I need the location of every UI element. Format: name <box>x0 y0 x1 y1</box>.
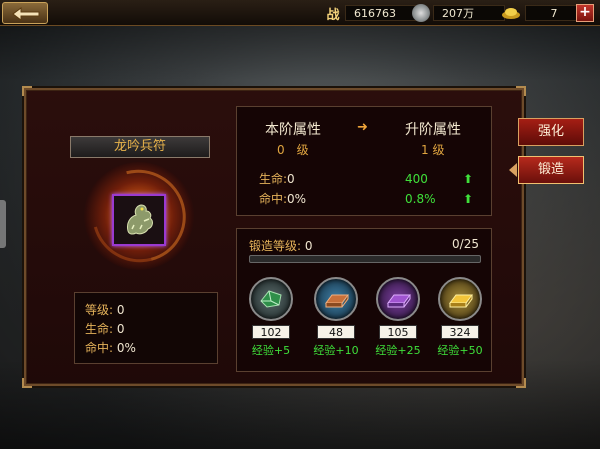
material-count: 105 <box>379 325 417 339</box>
next-attributes-header: 升阶属性 <box>405 122 461 138</box>
material-slot[interactable]: 105 经验+25 <box>373 277 423 358</box>
material-count: 48 <box>317 325 355 339</box>
item-info-section: 龙吟兵符 等级: 0 生命: 0 命中: 0% <box>34 96 224 378</box>
stat-level: 等级: 0 <box>85 303 125 317</box>
attribute-comparison: 本阶属性 ➜ 升阶属性 0 级 1 级 生命:0 400 ⬆ 命中:0% 0.8… <box>236 106 492 216</box>
combat-power: 战 616763 <box>324 4 419 23</box>
increase-arrow-icon: ⬆ <box>463 192 474 206</box>
material-slot[interactable]: 48 经验+10 <box>311 277 361 358</box>
forge-progress-bar <box>249 255 481 263</box>
stat-hp: 生命: 0 <box>85 322 125 336</box>
material-count: 324 <box>441 325 479 339</box>
arrow-right-icon: ➜ <box>357 120 368 135</box>
side-drawer-handle[interactable] <box>0 200 6 248</box>
material-exp: 经验+5 <box>251 344 291 357</box>
attribute-row-hit: 命中:0% 0.8% ⬆ <box>259 192 474 206</box>
back-button[interactable] <box>2 2 48 24</box>
gold-value: 7 <box>525 5 583 21</box>
gold-currency: 7 <box>500 4 583 22</box>
forge-progress-text: 0/25 <box>452 237 479 251</box>
copper-ingot-icon <box>325 294 349 308</box>
material-slot[interactable]: 102 经验+5 <box>246 277 296 358</box>
item-stats: 等级: 0 生命: 0 命中: 0% <box>74 292 218 364</box>
material-exp: 经验+10 <box>313 344 359 357</box>
material-exp: 经验+50 <box>437 344 483 357</box>
silver-value: 207万 <box>433 5 505 21</box>
gold-bar-icon <box>449 294 473 308</box>
jade-stone-icon <box>260 290 282 308</box>
gold-ingot-icon <box>500 4 522 22</box>
silver-coin-icon <box>412 4 430 22</box>
back-arrow-icon <box>12 7 40 21</box>
attribute-row-hp: 生命:0 400 ⬆ <box>259 172 474 186</box>
next-level: 1 级 <box>421 143 445 157</box>
item-slot[interactable] <box>112 194 166 246</box>
increase-arrow-icon: ⬆ <box>463 172 474 186</box>
forge-section: 锻造等级: 0 0/25 102 经验+5 48 经验+10 105 经验+25… <box>236 228 492 372</box>
tab-strengthen[interactable]: 强化 <box>518 118 584 146</box>
amethyst-ingot-icon <box>387 294 411 308</box>
material-slot[interactable]: 324 经验+50 <box>435 277 485 358</box>
recharge-plus-button[interactable]: + <box>576 4 594 22</box>
silver-currency: 207万 <box>412 4 505 22</box>
combat-power-value: 616763 <box>345 5 419 21</box>
current-attributes-header: 本阶属性 <box>265 122 321 138</box>
material-count: 102 <box>252 325 290 339</box>
tab-forge[interactable]: 锻造 <box>509 156 584 184</box>
forge-level: 锻造等级: 0 <box>249 239 313 253</box>
stat-hit: 命中: 0% <box>85 341 136 355</box>
item-name: 龙吟兵符 <box>70 136 210 158</box>
material-exp: 经验+25 <box>375 344 421 357</box>
dragon-token-icon <box>127 204 153 235</box>
top-resource-bar: 战 616763 207万 7 + <box>0 0 600 26</box>
combat-power-icon: 战 <box>326 7 340 23</box>
forge-panel: 龙吟兵符 等级: 0 生命: 0 命中: 0% 本阶属性 ➜ 升阶属性 0 级 … <box>22 86 526 388</box>
current-level: 0 级 <box>277 143 309 157</box>
